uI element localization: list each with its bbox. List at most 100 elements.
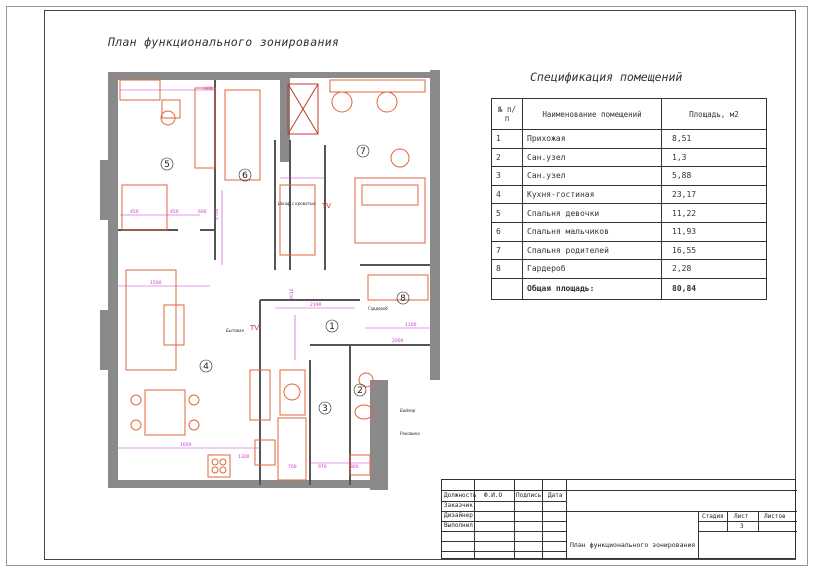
room-area: 16,55	[661, 240, 767, 261]
dim-text: 600	[198, 209, 207, 215]
wardrobe-bed	[279, 184, 316, 256]
room-name: Спальня мальчиков	[522, 221, 662, 242]
note-text: Бытовая	[226, 328, 244, 333]
room-number-2: 2	[357, 386, 363, 396]
bathtub	[277, 417, 307, 481]
spec-header-num: № п/п	[491, 98, 523, 130]
dim-text: 1300	[238, 454, 250, 460]
total-label: Общая площадь:	[522, 277, 662, 300]
room-area: 8,51	[661, 129, 767, 149]
stamp-role-customer: Заказчик	[444, 502, 473, 509]
wall-right	[430, 70, 440, 380]
window-left-1	[100, 160, 108, 220]
dim-text: 1600	[180, 442, 192, 448]
dim-text: 800	[350, 464, 359, 470]
stamp-sheet-label: Лист	[734, 513, 749, 520]
dim-text: 1100	[405, 322, 417, 328]
window-left-2	[100, 310, 108, 370]
spec-table: № п/п Наименование помещений Площадь, м2…	[491, 98, 767, 300]
spec-header-area: Площадь, м2	[661, 98, 767, 130]
note-text: Гардероб	[368, 306, 388, 311]
room-number-7: 7	[360, 147, 366, 157]
plan-title: План функционального зонирования	[108, 35, 340, 49]
bed-room6	[224, 89, 261, 181]
room-area: 11,93	[661, 221, 767, 242]
tv-label-living: TV	[249, 324, 259, 332]
spec-row: 1 Прихожая 8,51	[491, 129, 767, 149]
spec-total-row: Общая площадь: 80,84	[491, 277, 767, 300]
note-text: Раковина	[400, 431, 420, 436]
room-name: Прихожая	[522, 129, 662, 149]
stamp-role-executor: Выполнил	[444, 522, 473, 529]
drawing-sheet: План функционального зонирования 1 2 3 4…	[0, 0, 815, 571]
note-text: Шкаф с кроватью	[278, 201, 316, 206]
wall-left	[108, 72, 118, 486]
total-area: 80,84	[661, 277, 767, 300]
stamp-stage-label: Стадия	[702, 513, 724, 520]
stamp-header-name: Ф.И.О	[484, 492, 503, 499]
dim-text: 1500	[150, 280, 162, 286]
room-number-4: 4	[203, 362, 209, 372]
room-number-6: 6	[242, 171, 248, 181]
row-number: 8	[491, 259, 523, 279]
dim-text: 600	[204, 86, 213, 92]
dim-text: 970	[318, 464, 327, 470]
floor-plan: 1 2 3 4 5 6 7 8 TV TV 2700 2190 1600 130…	[100, 70, 440, 490]
spec-row: 4 Кухня-гостиная 23,17	[491, 184, 767, 205]
room-name: Сан.узел	[522, 147, 662, 168]
stamp-header-position: Должность	[444, 492, 477, 499]
bed-room5	[121, 184, 168, 231]
room-number-8: 8	[400, 294, 406, 304]
room-area: 1,3	[661, 147, 767, 168]
room-area: 23,17	[661, 184, 767, 205]
spec-row: 7 Спальня родителей 16,55	[491, 240, 767, 261]
room-area: 5,88	[661, 166, 767, 186]
stove	[207, 454, 231, 478]
stamp-drawing-title: План функционального зонирования	[570, 541, 696, 549]
room-number-3: 3	[322, 404, 328, 414]
row-number: 1	[491, 129, 523, 149]
room-name: Спальня девочки	[522, 203, 662, 223]
stamp-sheet-number: 3	[740, 523, 744, 530]
spec-title: Спецификация помещений	[530, 70, 683, 84]
wall-top-left	[108, 72, 288, 80]
wall-top-right	[286, 72, 436, 78]
room-number-1: 1	[329, 322, 335, 332]
stamp-role-designer: Дизайнер	[444, 512, 473, 519]
dim-text: 2010	[289, 288, 295, 300]
spec-row: 6 Спальня мальчиков 11,93	[491, 221, 767, 242]
room-name: Гардероб	[522, 259, 662, 279]
row-number: 2	[491, 147, 523, 168]
spec-row: 5 Спальня девочки 11,22	[491, 203, 767, 223]
dining-table	[144, 389, 186, 436]
armchair-2	[376, 91, 398, 113]
row-number: 7	[491, 240, 523, 261]
row-number: 5	[491, 203, 523, 223]
dim-text: 450	[170, 209, 179, 215]
room-number-5: 5	[164, 160, 170, 170]
dim-text: 2190	[310, 302, 322, 308]
row-number: 6	[491, 221, 523, 242]
wardrobe-room8	[367, 274, 429, 301]
title-block: Должность Ф.И.О Подпись Дата Заказчик Ди…	[441, 479, 797, 560]
room-area: 2,28	[661, 259, 767, 279]
room-name: Кухня-гостиная	[522, 184, 662, 205]
wall-right-bottom	[370, 380, 388, 490]
walls	[100, 70, 440, 490]
coffee-table	[163, 304, 185, 346]
total-empty-cell	[491, 277, 523, 300]
stamp-header-signature: Подпись	[516, 492, 542, 499]
spec-header-row: № п/п Наименование помещений Площадь, м2	[491, 98, 767, 130]
sink	[254, 439, 276, 466]
room-name: Спальня родителей	[522, 240, 662, 261]
row-number: 3	[491, 166, 523, 186]
row-number: 4	[491, 184, 523, 205]
spec-header-name: Наименование помещений	[522, 98, 662, 130]
armchair-1	[331, 91, 353, 113]
spec-row: 3 Сан.узел 5,88	[491, 166, 767, 186]
stamp-sheets-label: Листов	[764, 513, 786, 520]
note-text: Бойлер	[400, 408, 416, 413]
room-name: Сан.узел	[522, 166, 662, 186]
dim-text: 2000	[392, 338, 404, 344]
spec-row: 2 Сан.узел 1,3	[491, 147, 767, 168]
